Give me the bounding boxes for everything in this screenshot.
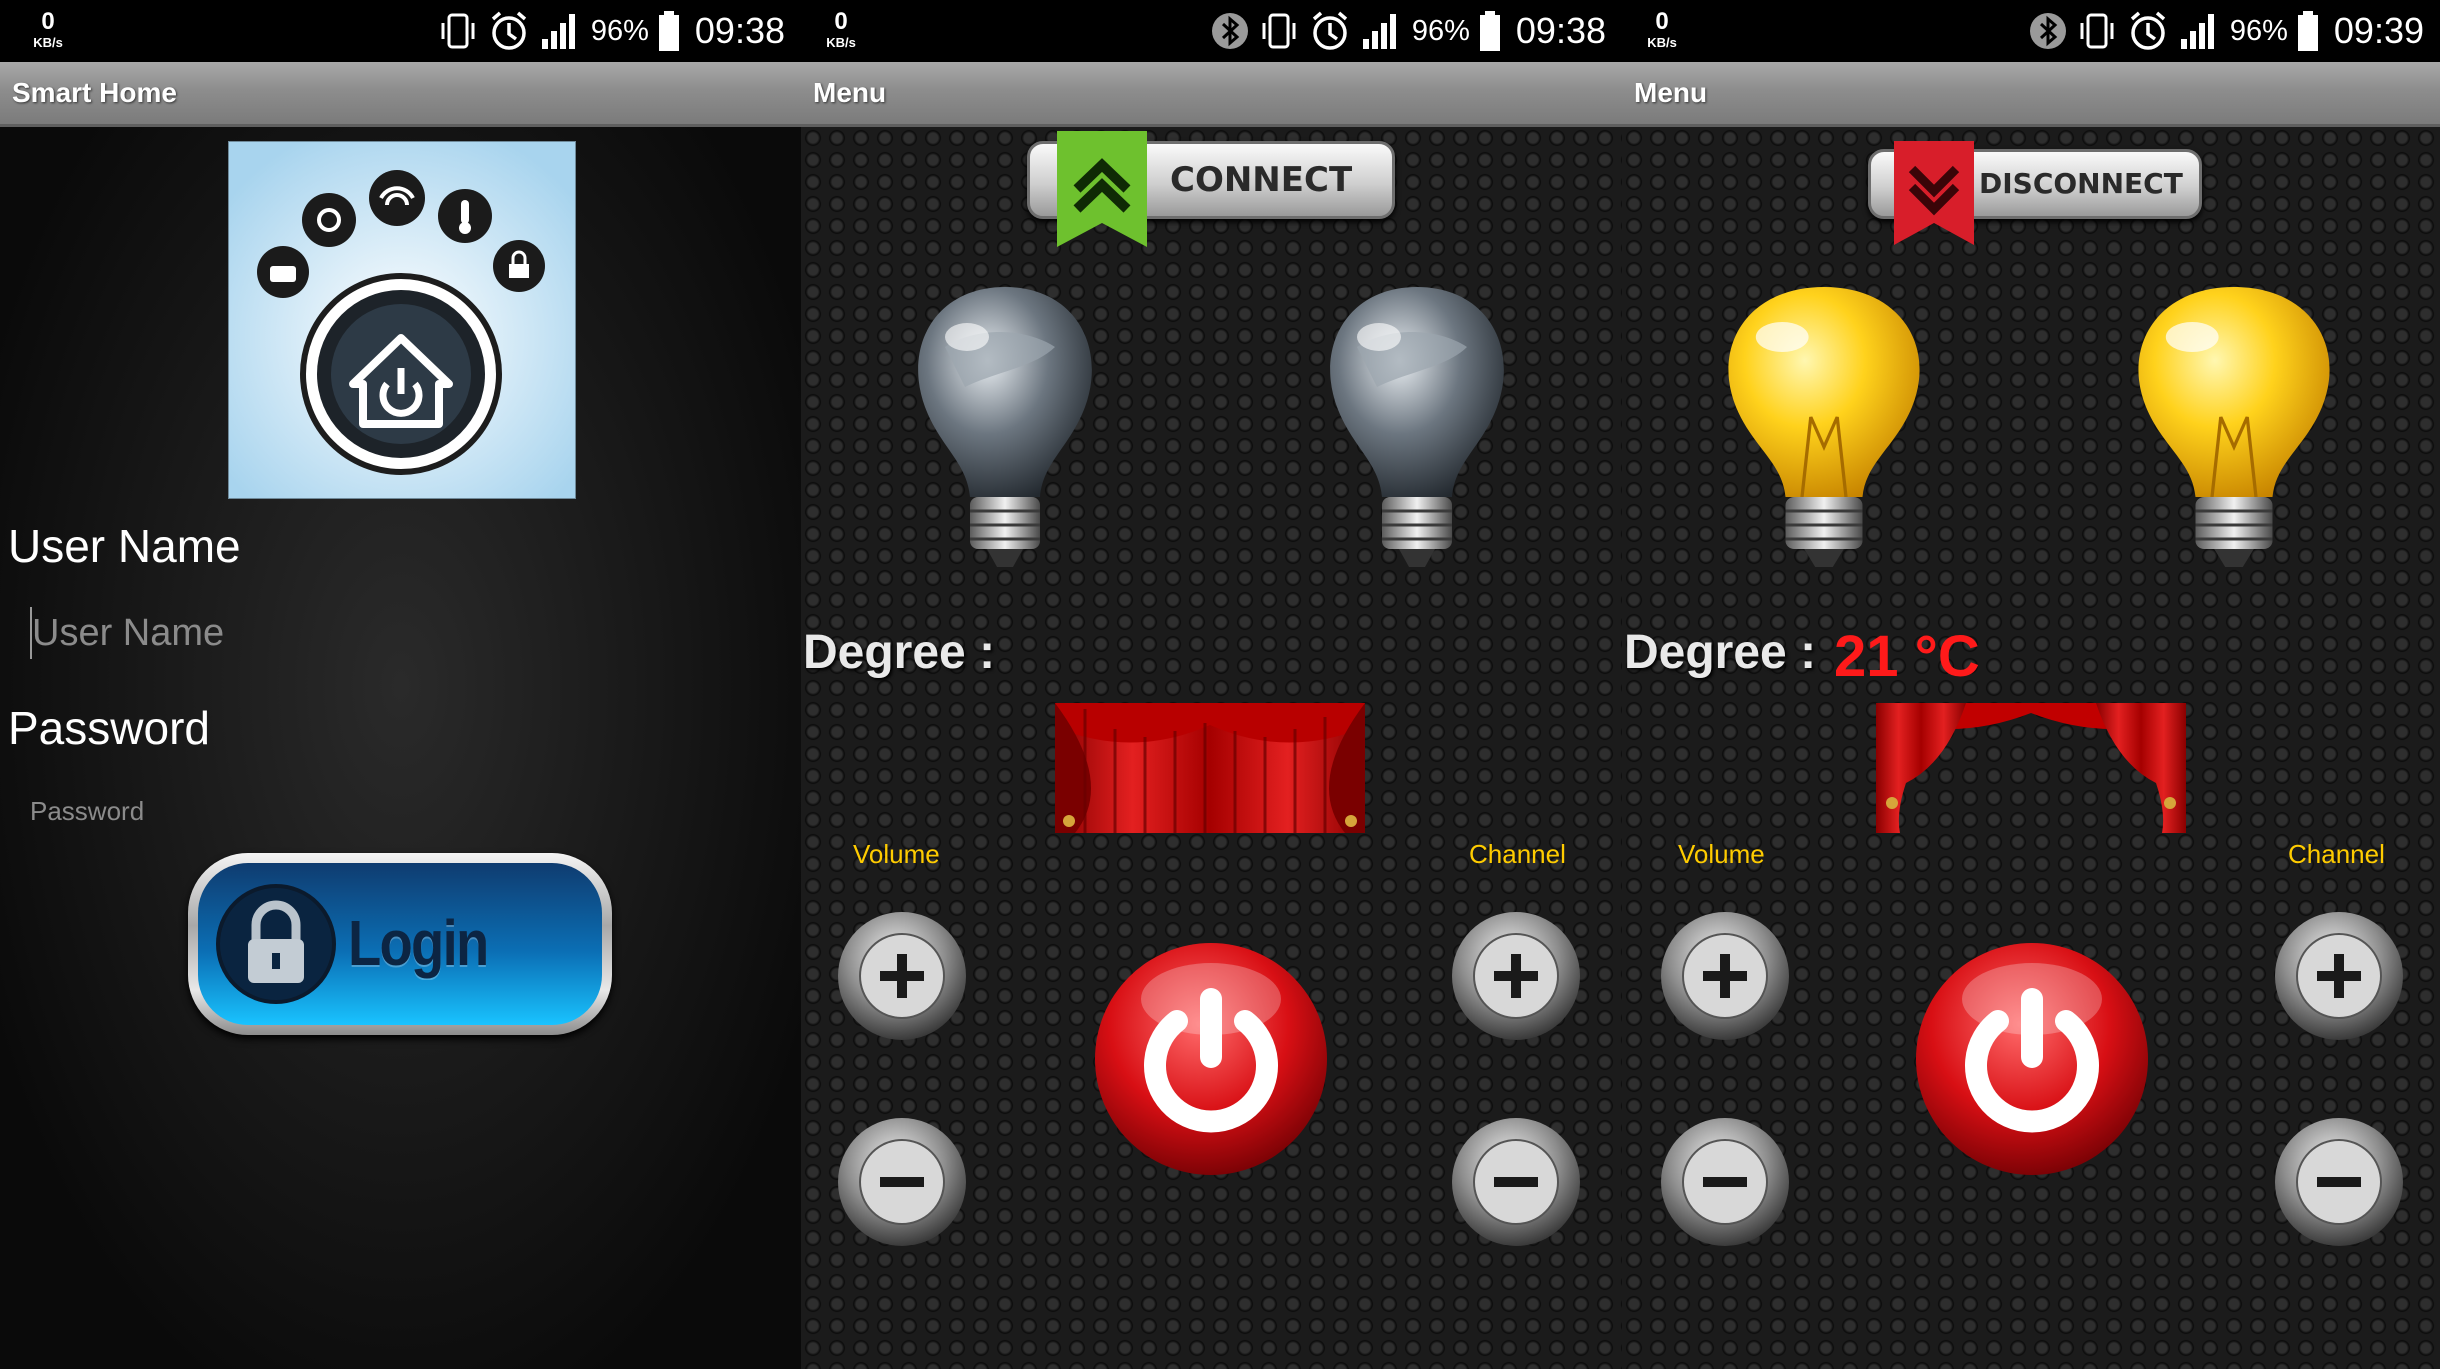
curtain-closed[interactable]: [1055, 703, 1365, 833]
channel-down-button[interactable]: [1449, 1115, 1583, 1249]
password-placeholder: Password: [30, 796, 145, 826]
screen-title: Menu: [1634, 77, 1708, 108]
screen-title: Menu: [813, 77, 887, 108]
network-speed: 0 KB/s: [24, 8, 72, 50]
battery-percent: 96%: [2229, 14, 2288, 47]
degree-label: Degree :: [803, 626, 996, 679]
volume-up-button[interactable]: [835, 909, 969, 1043]
screenshot-collage: 0 KB/s 96% 09:38 Smart Home User Name Us…: [0, 0, 2440, 1369]
battery-percent: 96%: [1411, 14, 1470, 47]
network-speed: 0 KB/s: [1638, 8, 1686, 50]
action-bar: Menu: [1622, 62, 2440, 127]
battery-icon: [658, 11, 679, 51]
light-bulb-1-on[interactable]: [1692, 277, 1956, 577]
connect-ribbon-icon: [1057, 131, 1147, 247]
signal-icon: [541, 14, 575, 49]
lock-icon: [216, 884, 336, 1004]
volume-label: Volume: [1678, 839, 1765, 869]
action-bar: Menu: [801, 62, 1622, 127]
battery-icon: [1479, 11, 1500, 51]
curtain-open[interactable]: [1876, 703, 2186, 833]
disconnect-button-label: DISCONNECT: [1979, 167, 2183, 200]
username-input[interactable]: User Name: [30, 607, 224, 659]
light-bulb-1-off[interactable]: [885, 277, 1125, 577]
volume-up-button[interactable]: [1658, 909, 1792, 1043]
network-speed-value: 0: [834, 8, 848, 35]
clock: 09:38: [694, 10, 785, 51]
action-bar: Smart Home: [0, 62, 801, 127]
status-bar: 0 KB/s 96% 09:38: [0, 0, 801, 62]
volume-label: Volume: [853, 839, 940, 869]
login-screen: 0 KB/s 96% 09:38 Smart Home User Name Us…: [0, 0, 801, 1369]
bluetooth-icon: [1211, 13, 1248, 49]
connect-button-label: CONNECT: [1170, 160, 1353, 200]
network-speed-unit: KB/s: [826, 35, 856, 50]
bluetooth-icon: [2029, 13, 2066, 49]
light-bulb-2-off[interactable]: [1297, 277, 1537, 577]
menu-screen-disconnected: 0 KB/s 96% 09:38 Menu CONNECT Degree: V…: [801, 0, 1622, 1369]
smart-home-logo: [228, 141, 576, 499]
menu-content: CONNECT Degree : Volume Channel: [801, 127, 1622, 1369]
network-speed-value: 0: [41, 8, 55, 35]
network-speed-value: 0: [1655, 8, 1669, 35]
app-title: Smart Home: [12, 77, 177, 108]
password-input[interactable]: Password: [30, 791, 144, 831]
menu-content: DISCONNECT Degree: 21 °C Volume Channel: [1622, 127, 2440, 1369]
login-button-label: Login Now: [348, 907, 489, 979]
username-placeholder: User Name: [32, 612, 225, 654]
channel-label: Channel: [2288, 839, 2385, 869]
username-label: User Name: [8, 520, 241, 572]
clock: 09:39: [2333, 10, 2424, 51]
vibrate-icon: [2080, 13, 2114, 49]
tv-power-button[interactable]: [1091, 939, 1331, 1179]
status-bar: 0 KB/s 96% 09:38: [801, 0, 1622, 62]
alarm-icon: [2130, 11, 2165, 50]
tv-power-button[interactable]: [1912, 939, 2152, 1179]
battery-icon: [2297, 11, 2318, 51]
alarm-icon: [1312, 11, 1347, 50]
login-button[interactable]: Login Now: [188, 853, 612, 1035]
signal-icon: [1362, 14, 1396, 49]
menu-screen-connected: 0 KB/s 96% 09:39 Menu DISCONNECT Degree …: [1622, 0, 2440, 1369]
password-label: Password: [8, 702, 210, 754]
channel-up-button[interactable]: [1449, 909, 1583, 1043]
channel-down-button[interactable]: [2272, 1115, 2406, 1249]
light-bulb-2-on[interactable]: [2102, 277, 2366, 577]
signal-icon: [2180, 14, 2214, 49]
status-bar: 0 KB/s 96% 09:39: [1622, 0, 2440, 62]
login-content: User Name User Name Password Password Lo…: [0, 127, 801, 1369]
network-speed: 0 KB/s: [817, 8, 865, 50]
volume-down-button[interactable]: [1658, 1115, 1792, 1249]
battery-percent: 96%: [590, 14, 649, 47]
channel-label: Channel: [1469, 839, 1566, 869]
network-speed-unit: KB/s: [33, 35, 63, 50]
degree-label: Degree :: [1624, 626, 1817, 679]
vibrate-icon: [1262, 13, 1296, 49]
clock: 09:38: [1515, 10, 1606, 51]
network-speed-unit: KB/s: [1647, 35, 1677, 50]
channel-up-button[interactable]: [2272, 909, 2406, 1043]
volume-down-button[interactable]: [835, 1115, 969, 1249]
temperature-value: 21 °C: [1834, 624, 1980, 689]
disconnect-ribbon-icon: [1894, 141, 1974, 245]
alarm-icon: [491, 11, 526, 50]
vibrate-icon: [441, 13, 475, 49]
